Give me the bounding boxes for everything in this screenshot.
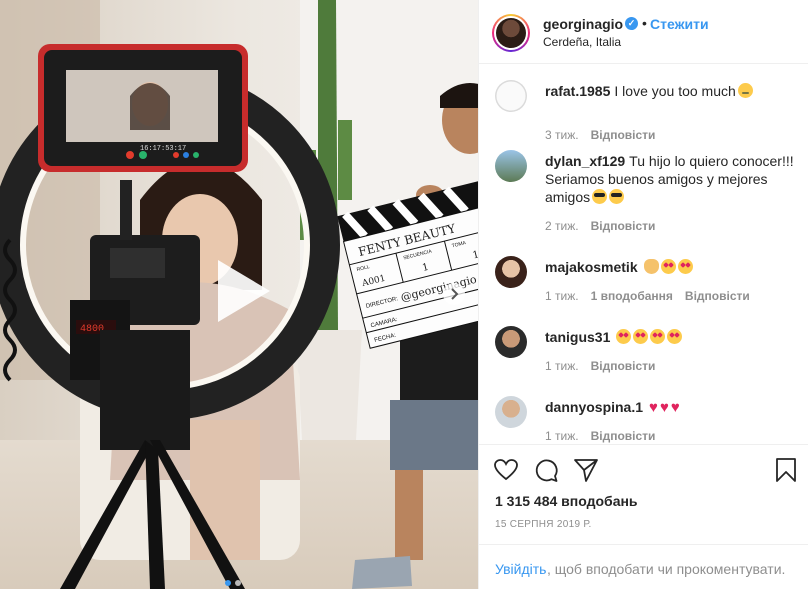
- comment-icon[interactable]: [533, 457, 559, 483]
- heart-eyes-emoji-icon: [660, 259, 676, 274]
- red-heart-emoji-icon: ♥: [670, 399, 680, 416]
- comment-avatar[interactable]: [495, 256, 527, 288]
- carousel-dots: [225, 573, 241, 589]
- comment-body: majakosmetik: [545, 258, 795, 276]
- comment-avatar[interactable]: [495, 326, 527, 358]
- comment-time[interactable]: 3 тиж.: [545, 128, 579, 142]
- likes-count[interactable]: 1 315 484 вподобань: [495, 493, 638, 509]
- red-heart-emoji-icon: ♥: [649, 399, 658, 416]
- comment-meta: 1 тиж. Відповісти: [545, 429, 667, 443]
- follow-button[interactable]: Стежити: [650, 16, 709, 32]
- comment-text: I love you too much: [614, 83, 736, 99]
- comment-time[interactable]: 1 тиж.: [545, 359, 579, 373]
- share-icon[interactable]: [573, 457, 599, 483]
- comment-meta: 1 тиж. Відповісти: [545, 359, 667, 373]
- comment-time[interactable]: 1 тиж.: [545, 429, 579, 443]
- comment-body: rafat.1985 I love you too much: [545, 82, 795, 100]
- comment-avatar[interactable]: [495, 396, 527, 428]
- post-media[interactable]: 4800 16:17:53:17 FENTY BEAUTY ROLL SECUE…: [0, 0, 478, 589]
- comment-username[interactable]: tanigus31: [545, 329, 610, 345]
- header-separator: •: [642, 15, 647, 31]
- comment-body: dylan_xf129 Tu hijo lo quiero conocer!!! …: [545, 152, 795, 206]
- reply-button[interactable]: Відповісти: [591, 219, 656, 233]
- heart-eyes-emoji-icon: [633, 329, 649, 344]
- comment-time[interactable]: 1 тиж.: [545, 289, 579, 303]
- comment-avatar[interactable]: [495, 80, 527, 112]
- post-sidebar: georginagio ✓ • Стежити Cerdeña, Italia …: [478, 0, 808, 589]
- comment-username[interactable]: dannyospina.1: [545, 399, 643, 415]
- reply-button[interactable]: Відповісти: [591, 128, 656, 142]
- login-link[interactable]: Увійдіть: [495, 561, 546, 577]
- reply-button[interactable]: Відповісти: [591, 429, 656, 443]
- comment-username[interactable]: rafat.1985: [545, 83, 610, 99]
- login-prompt-text: , щоб вподобати чи прокоментувати.: [547, 561, 786, 577]
- verified-badge-icon: ✓: [625, 17, 638, 30]
- post-location[interactable]: Cerdeña, Italia: [543, 35, 621, 49]
- comment-likes[interactable]: 1 вподобання: [591, 289, 673, 303]
- default-avatar-icon: [495, 80, 527, 112]
- monitor-timecode: 16:17:53:17: [140, 145, 186, 153]
- post-header: georginagio ✓ • Стежити Cerdeña, Italia: [479, 0, 808, 64]
- reply-button[interactable]: Відповісти: [685, 289, 750, 303]
- comment-username[interactable]: majakosmetik: [545, 259, 638, 275]
- ok-hand-emoji-icon: [643, 259, 659, 274]
- author-username[interactable]: georginagio: [543, 16, 623, 32]
- carousel-dot: [235, 580, 241, 586]
- heart-eyes-emoji-icon: [677, 259, 693, 274]
- comment-body: tanigus31: [545, 328, 795, 346]
- heart-eyes-emoji-icon: [667, 329, 683, 344]
- comment-username[interactable]: dylan_xf129: [545, 153, 625, 169]
- add-comment-section: Увійдіть , щоб вподобати чи прокоментува…: [479, 544, 808, 589]
- heart-eyes-emoji-icon: [650, 329, 666, 344]
- comments-list[interactable]: rafat.1985 I love you too much 3 тиж. Відп…: [479, 65, 808, 443]
- comment-meta: 1 тиж. 1 вподобання Відповісти: [545, 289, 762, 303]
- bookmark-icon[interactable]: [773, 457, 799, 483]
- comment-meta: 3 тиж. Відповісти: [545, 128, 667, 142]
- heart-eyes-emoji-icon: [616, 329, 632, 344]
- sunglasses-emoji-icon: [592, 189, 608, 204]
- reply-button[interactable]: Відповісти: [591, 359, 656, 373]
- red-heart-emoji-icon: ♥: [659, 399, 669, 416]
- carousel-dot-active: [225, 580, 231, 586]
- comment-time[interactable]: 2 тиж.: [545, 219, 579, 233]
- sunglasses-emoji-icon: [609, 189, 625, 204]
- comment-meta: 2 тиж. Відповісти: [545, 219, 667, 233]
- comment-avatar[interactable]: [495, 150, 527, 182]
- sad-face-emoji-icon: [737, 83, 753, 98]
- heart-outline-icon[interactable]: [493, 457, 519, 483]
- comment-body: dannyospina.1 ♥ ♥ ♥: [545, 398, 795, 417]
- post-actions: 1 315 484 вподобань 15 СЕРПНЯ 2019 Р. Ув…: [479, 444, 808, 589]
- next-slide-button[interactable]: [443, 283, 465, 305]
- post-date[interactable]: 15 СЕРПНЯ 2019 Р.: [495, 519, 592, 530]
- play-icon[interactable]: [210, 256, 274, 326]
- chevron-right-icon: [451, 288, 459, 300]
- author-avatar[interactable]: [492, 14, 530, 52]
